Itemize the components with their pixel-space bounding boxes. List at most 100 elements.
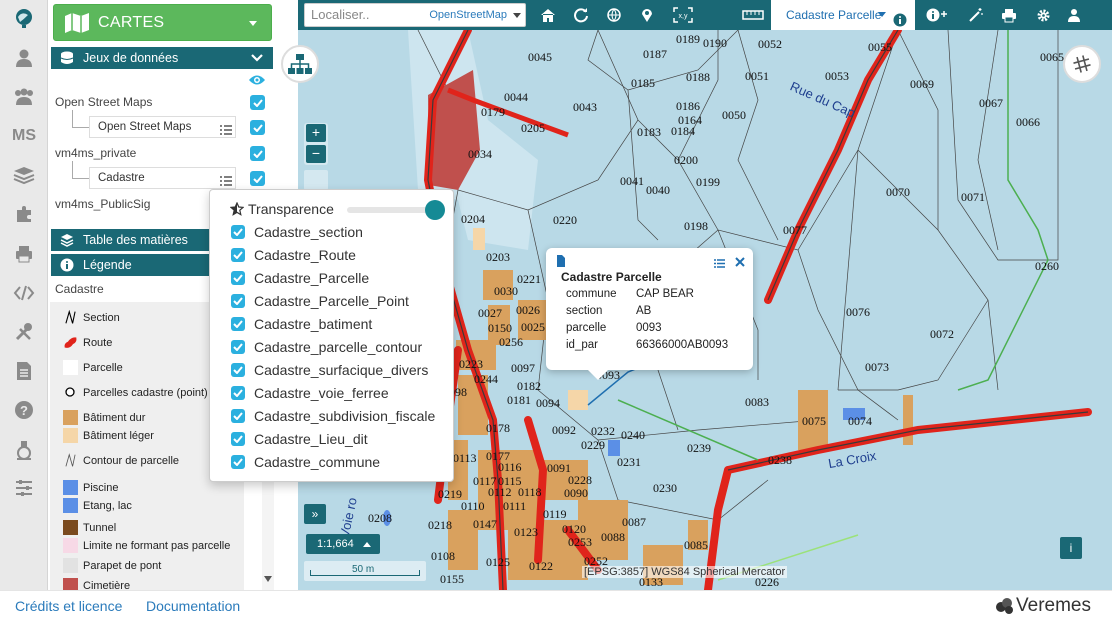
- layer-checkbox[interactable]: [231, 363, 245, 377]
- zoom-out-button[interactable]: −: [306, 145, 326, 163]
- app-root: MS ? CARTES Jeux de données Open Street …: [0, 0, 1112, 620]
- user-icon[interactable]: [1064, 5, 1084, 25]
- layer-checkbox[interactable]: [231, 455, 245, 469]
- map-marker-icon[interactable]: [637, 5, 657, 25]
- legend-label: Bâtiment léger: [83, 429, 154, 442]
- flask-icon[interactable]: [0, 434, 48, 466]
- layers-icon[interactable]: [0, 159, 48, 191]
- layer-checkbox[interactable]: [231, 409, 245, 423]
- gear-icon[interactable]: [1033, 5, 1053, 25]
- layer-toggle-row[interactable]: Cadastre_Parcelle: [231, 270, 369, 286]
- ruler-icon[interactable]: [741, 5, 765, 25]
- sitemap-button[interactable]: [281, 45, 319, 83]
- eye-icon[interactable]: [248, 73, 266, 90]
- print-icon[interactable]: [0, 238, 48, 270]
- layer-checkbox[interactable]: [231, 248, 245, 262]
- mapserver-icon[interactable]: MS: [0, 120, 48, 152]
- layer-toggle-label: Cadastre_surfacique_divers: [254, 362, 429, 378]
- layer-toggle-row[interactable]: Cadastre_Lieu_dit: [231, 431, 368, 447]
- scroll-down-icon[interactable]: [264, 576, 272, 582]
- refresh-icon[interactable]: [571, 5, 591, 25]
- file-icon[interactable]: [556, 255, 566, 270]
- layer-toggle-row[interactable]: Cadastre_commune: [231, 454, 380, 470]
- parcel-label: 0088: [601, 530, 625, 544]
- legend-item: Cimetière: [63, 578, 130, 590]
- legend-label: Etang, lac: [83, 499, 132, 512]
- transparency-slider-handle[interactable]: [425, 200, 445, 220]
- layer-toggle-row[interactable]: Cadastre_surfacique_divers: [231, 362, 428, 378]
- close-icon[interactable]: [735, 255, 745, 270]
- feature-info-popup: Cadastre Parcelle commune CAP BEAR secti…: [546, 248, 753, 380]
- parcel-label: 0239: [687, 441, 711, 455]
- coordinates-icon[interactable]: x,y: [673, 5, 693, 25]
- parcel-label: 0043: [573, 100, 597, 114]
- layer-toggle-row[interactable]: Cadastre_Route: [231, 247, 356, 263]
- locate-input[interactable]: Localiser.. OpenStreetMap: [304, 3, 526, 27]
- layer-toggle-row[interactable]: Cadastre_subdivision_fiscale: [231, 408, 435, 424]
- layer-checkbox[interactable]: [250, 120, 265, 135]
- user-icon[interactable]: [0, 42, 48, 74]
- info-icon[interactable]: [893, 8, 907, 38]
- users-group-icon[interactable]: [0, 81, 48, 113]
- documentation-link[interactable]: Documentation: [146, 598, 240, 614]
- parcel-label: 0228: [568, 473, 592, 487]
- chevron-down-icon[interactable]: [513, 13, 521, 18]
- grid-toggle-button[interactable]: [1063, 45, 1101, 83]
- list-icon[interactable]: [714, 256, 725, 271]
- layer-group-checkbox[interactable]: [250, 95, 265, 110]
- code-icon[interactable]: [0, 277, 48, 309]
- layer-checkbox[interactable]: [231, 294, 245, 308]
- globe-icon[interactable]: [0, 2, 48, 34]
- zoom-slider[interactable]: [304, 170, 328, 190]
- globe-icon[interactable]: [604, 5, 624, 25]
- layer-toggle-row[interactable]: Cadastre_section: [231, 224, 363, 240]
- layer-item[interactable]: Cadastre: [89, 167, 236, 189]
- document-icon[interactable]: [0, 355, 48, 387]
- parcel-label: 0072: [930, 327, 954, 341]
- parcel-label: 0075: [802, 414, 826, 428]
- layer-checkbox[interactable]: [231, 340, 245, 354]
- light-building-swatch: [63, 428, 78, 443]
- locate-source[interactable]: OpenStreetMap: [429, 4, 507, 26]
- scale-value: 1:1,664: [317, 538, 354, 550]
- datasets-header[interactable]: Jeux de données: [51, 47, 273, 69]
- magic-wand-icon[interactable]: [966, 5, 986, 25]
- home-icon[interactable]: [538, 5, 558, 25]
- layer-item[interactable]: Open Street Maps: [89, 116, 236, 138]
- info-add-icon[interactable]: [925, 5, 951, 25]
- parcel-label: 0112: [488, 485, 512, 499]
- layer-toggle-row[interactable]: Cadastre_parcelle_contour: [231, 339, 422, 355]
- layer-checkbox[interactable]: [231, 317, 245, 331]
- layer-toggle-row[interactable]: Cadastre_Parcelle_Point: [231, 293, 409, 309]
- attribution-button[interactable]: i: [1060, 537, 1082, 559]
- credits-link[interactable]: Crédits et licence: [15, 598, 122, 614]
- help-icon[interactable]: ?: [0, 394, 48, 426]
- print-icon[interactable]: [999, 5, 1019, 25]
- zoom-in-button[interactable]: +: [306, 124, 326, 142]
- parcel-label: 0053: [825, 69, 849, 83]
- layer-group-checkbox[interactable]: [250, 146, 265, 161]
- scale-selector[interactable]: 1:1,664: [306, 534, 380, 554]
- settings-sliders-icon[interactable]: [0, 472, 48, 504]
- transparency-slider[interactable]: [347, 207, 431, 213]
- legend-label: Bâtiment dur: [83, 411, 146, 424]
- brand-name: Veremes: [1016, 595, 1091, 616]
- parcel-label: 0208: [368, 511, 392, 525]
- layer-checkbox[interactable]: [231, 432, 245, 446]
- layer-checkbox[interactable]: [231, 225, 245, 239]
- maps-menu-button[interactable]: CARTES: [53, 4, 272, 41]
- parcel-label: 0071: [961, 190, 985, 204]
- layer-checkbox[interactable]: [250, 171, 265, 186]
- layer-toggle-row[interactable]: Cadastre_batiment: [231, 316, 372, 332]
- query-layer-select[interactable]: Cadastre Parcelle: [771, 0, 915, 30]
- popup-field-key: parcelle: [566, 322, 607, 334]
- parcel-label: 0085: [684, 538, 708, 552]
- layer-checkbox[interactable]: [231, 271, 245, 285]
- layer-checkbox[interactable]: [231, 386, 245, 400]
- layer-toggle-label: Cadastre_Parcelle_Point: [254, 293, 409, 309]
- expand-button[interactable]: »: [304, 504, 326, 524]
- puzzle-icon[interactable]: [0, 198, 48, 230]
- list-menu-icon[interactable]: [220, 122, 232, 142]
- layer-toggle-row[interactable]: Cadastre_voie_ferree: [231, 385, 389, 401]
- tools-icon[interactable]: [0, 316, 48, 348]
